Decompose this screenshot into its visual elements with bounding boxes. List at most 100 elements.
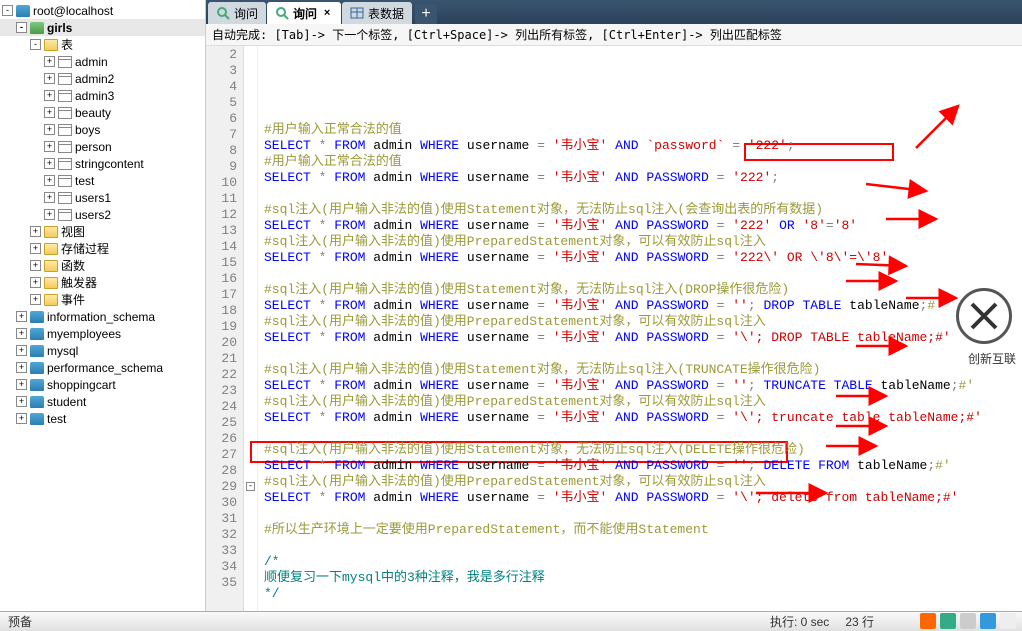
expand-icon[interactable]: + [44, 90, 55, 101]
tree-folder-views[interactable]: +视图 [0, 223, 205, 240]
status-rows: 23 行 [845, 613, 874, 630]
code-line-26[interactable] [264, 506, 1022, 522]
code-line-12[interactable]: #sql注入(用户输入非法的值)使用Statement对象，无法防止sql注入(… [264, 282, 1022, 298]
code-line-23[interactable]: SELECT * FROM admin WHERE username = '韦小… [264, 458, 1022, 474]
tree-root[interactable]: - root@localhost [0, 2, 205, 19]
code-line-21[interactable] [264, 426, 1022, 442]
expand-icon[interactable]: + [44, 175, 55, 186]
code-line-20[interactable]: SELECT * FROM admin WHERE username = '韦小… [264, 410, 1022, 426]
tree-db-shoppingcart[interactable]: +shoppingcart [0, 376, 205, 393]
tab-query-2[interactable]: 询问 × [267, 2, 341, 24]
tree-db-myemployees[interactable]: +myemployees [0, 325, 205, 342]
tree-table-beauty[interactable]: +beauty [0, 104, 205, 121]
expand-icon[interactable]: + [16, 311, 27, 322]
tray-icon-3[interactable] [960, 613, 976, 629]
tree-db-performance_schema[interactable]: +performance_schema [0, 359, 205, 376]
tree-table-admin3[interactable]: +admin3 [0, 87, 205, 104]
expand-icon[interactable]: + [44, 56, 55, 67]
code-line-4[interactable]: #用户输入正常合法的值 [264, 154, 1022, 170]
tray-icon-5[interactable] [1000, 613, 1016, 629]
code-line-24[interactable]: #sql注入(用户输入非法的值)使用PreparedStatement对象，可以… [264, 474, 1022, 490]
code-editor[interactable]: 2345678910111213141516171819202122232425… [206, 46, 1022, 611]
tree-table-stringcontent[interactable]: +stringcontent [0, 155, 205, 172]
tree-db-student[interactable]: +student [0, 393, 205, 410]
expand-icon[interactable]: + [44, 73, 55, 84]
code-line-32[interactable] [264, 602, 1022, 611]
tree-db-test[interactable]: +test [0, 410, 205, 427]
autocomplete-hint: 自动完成: [Tab]-> 下一个标签, [Ctrl+Space]-> 列出所有… [206, 24, 1022, 46]
tree-db-mysql[interactable]: +mysql [0, 342, 205, 359]
tab-tabledata[interactable]: 表数据 [342, 2, 412, 24]
tree-folder-triggers[interactable]: +触发器 [0, 274, 205, 291]
expand-icon[interactable]: + [44, 124, 55, 135]
code-line-13[interactable]: SELECT * FROM admin WHERE username = '韦小… [264, 298, 1022, 314]
code-line-9[interactable]: #sql注入(用户输入非法的值)使用PreparedStatement对象，可以… [264, 234, 1022, 250]
object-browser[interactable]: - root@localhost - girls - 表 +admin+admi… [0, 0, 206, 611]
code-line-14[interactable]: #sql注入(用户输入非法的值)使用PreparedStatement对象，可以… [264, 314, 1022, 330]
expand-icon[interactable]: + [30, 260, 41, 271]
expand-icon[interactable]: + [30, 277, 41, 288]
code-line-29[interactable]: /* [264, 554, 1022, 570]
expand-icon[interactable]: + [16, 379, 27, 390]
tree-db-information_schema[interactable]: +information_schema [0, 308, 205, 325]
expand-icon[interactable]: + [30, 294, 41, 305]
expand-icon[interactable]: + [44, 107, 55, 118]
expand-icon[interactable]: + [16, 328, 27, 339]
tree-table-test[interactable]: +test [0, 172, 205, 189]
tree-table-users2[interactable]: +users2 [0, 206, 205, 223]
expand-icon[interactable]: + [30, 226, 41, 237]
collapse-icon[interactable]: - [2, 5, 13, 16]
tree-table-users1[interactable]: +users1 [0, 189, 205, 206]
code-line-19[interactable]: #sql注入(用户输入非法的值)使用PreparedStatement对象，可以… [264, 394, 1022, 410]
code-line-7[interactable]: #sql注入(用户输入非法的值)使用Statement对象，无法防止sql注入(… [264, 202, 1022, 218]
code-line-30[interactable]: 顺便复习一下mysql中的3种注释，我是多行注释 [264, 570, 1022, 586]
code-line-27[interactable]: #所以生产环境上一定要使用PreparedStatement，而不能使用Stat… [264, 522, 1022, 538]
database-icon [30, 22, 44, 34]
expand-icon[interactable]: + [16, 362, 27, 373]
tree-folder-events[interactable]: +事件 [0, 291, 205, 308]
expand-icon[interactable]: + [16, 345, 27, 356]
tray-icon-1[interactable] [920, 613, 936, 629]
expand-icon[interactable]: + [30, 243, 41, 254]
tab-query-1[interactable]: 询问 [208, 2, 266, 24]
db-label: girls [47, 21, 72, 35]
tree-table-admin2[interactable]: +admin2 [0, 70, 205, 87]
expand-icon[interactable]: + [44, 158, 55, 169]
code-line-25[interactable]: SELECT * FROM admin WHERE username = '韦小… [264, 490, 1022, 506]
expand-icon[interactable]: + [16, 413, 27, 424]
code-line-17[interactable]: #sql注入(用户输入非法的值)使用Statement对象，无法防止sql注入(… [264, 362, 1022, 378]
tree-table-admin[interactable]: +admin [0, 53, 205, 70]
expand-icon[interactable]: + [16, 396, 27, 407]
code-line-3[interactable]: SELECT * FROM admin WHERE username = '韦小… [264, 138, 1022, 154]
code-line-8[interactable]: SELECT * FROM admin WHERE username = '韦小… [264, 218, 1022, 234]
code-line-28[interactable] [264, 538, 1022, 554]
code-line-6[interactable] [264, 186, 1022, 202]
close-icon[interactable]: × [321, 7, 333, 19]
tray-icon-4[interactable] [980, 613, 996, 629]
code-line-22[interactable]: #sql注入(用户输入非法的值)使用Statement对象，无法防止sql注入(… [264, 442, 1022, 458]
code-line-18[interactable]: SELECT * FROM admin WHERE username = '韦小… [264, 378, 1022, 394]
expand-icon[interactable]: + [44, 141, 55, 152]
tree-folder-procs[interactable]: +存储过程 [0, 240, 205, 257]
collapse-icon[interactable]: - [30, 39, 41, 50]
tree-table-person[interactable]: +person [0, 138, 205, 155]
code-line-15[interactable]: SELECT * FROM admin WHERE username = '韦小… [264, 330, 1022, 346]
code-line-11[interactable] [264, 266, 1022, 282]
tree-folder-funcs[interactable]: +函数 [0, 257, 205, 274]
tree-table-boys[interactable]: +boys [0, 121, 205, 138]
add-tab-button[interactable]: + [415, 4, 437, 24]
code-line-16[interactable] [264, 346, 1022, 362]
code-line-2[interactable]: #用户输入正常合法的值 [264, 122, 1022, 138]
code-line-10[interactable]: SELECT * FROM admin WHERE username = '韦小… [264, 250, 1022, 266]
tray-icon-2[interactable] [940, 613, 956, 629]
folder-icon [44, 277, 58, 289]
expand-icon[interactable]: + [44, 209, 55, 220]
code-line-31[interactable]: */ [264, 586, 1022, 602]
tree-db-girls[interactable]: - girls [0, 19, 205, 36]
tree-folder-tables[interactable]: - 表 [0, 36, 205, 53]
code-line-5[interactable]: SELECT * FROM admin WHERE username = '韦小… [264, 170, 1022, 186]
collapse-icon[interactable]: - [16, 22, 27, 33]
expand-icon[interactable]: + [44, 192, 55, 203]
database-icon [30, 413, 44, 425]
code-body[interactable]: #用户输入正常合法的值SELECT * FROM admin WHERE use… [258, 46, 1022, 611]
